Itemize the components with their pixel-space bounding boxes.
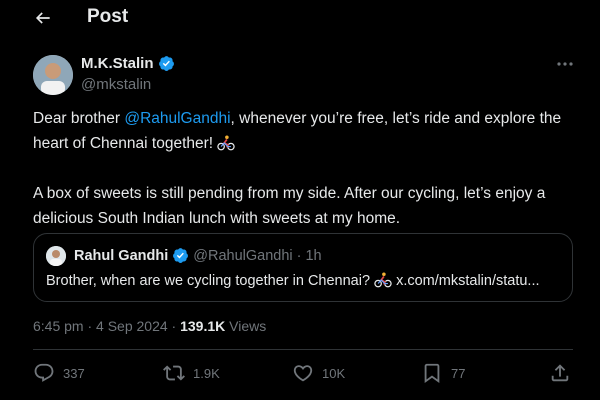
quote-text-main: Brother, when are we cycling together in… <box>46 273 375 289</box>
quoted-tweet[interactable]: Rahul Gandhi @RahulGandhi · 1h Brother, … <box>33 233 573 302</box>
back-arrow-icon[interactable] <box>33 8 53 28</box>
views-count: 139.1K <box>180 318 226 334</box>
tweet-text: Dear brother <box>33 110 125 127</box>
quote-avatar <box>46 246 66 266</box>
repost-button[interactable]: 1.9K <box>163 362 220 384</box>
verified-icon <box>158 56 174 71</box>
quote-time: · 1h <box>296 247 322 264</box>
author-name[interactable]: M.K.Stalin <box>81 55 154 72</box>
like-count: 10K <box>322 365 346 381</box>
views-label: Views <box>225 318 267 334</box>
more-icon[interactable] <box>556 60 574 68</box>
bookmark-count: 77 <box>451 365 466 381</box>
quote-link-text: x.com/mkstalin/statu... <box>392 273 540 289</box>
cyclist-emoji-icon <box>374 272 392 288</box>
page-title: Post <box>87 6 129 27</box>
bookmark-button[interactable]: 77 <box>421 362 465 384</box>
reply-icon <box>34 363 54 382</box>
tweet-body: Dear brother @RahulGandhi, whenever you’… <box>33 106 573 231</box>
quote-text: Brother, when are we cycling together in… <box>46 272 540 289</box>
tweet-meta: 6:45 pm · 4 Sep 2024 · 139.1K Views <box>33 318 266 334</box>
share-icon <box>551 364 569 382</box>
quote-header: Rahul Gandhi @RahulGandhi · 1h <box>74 247 322 264</box>
paragraph-spacer <box>33 156 573 181</box>
like-button[interactable]: 10K <box>292 362 345 384</box>
author-name-row: M.K.Stalin <box>81 55 175 72</box>
tweet-paragraph-2: A box of sweets is still pending from my… <box>33 185 546 227</box>
quote-author-name: Rahul Gandhi <box>74 247 169 264</box>
repost-icon <box>163 365 185 381</box>
divider <box>33 349 573 350</box>
cyclist-emoji-icon <box>217 135 236 151</box>
author-avatar[interactable] <box>33 55 73 95</box>
quote-author-handle: @RahulGandhi <box>193 247 293 264</box>
reply-count: 337 <box>63 365 85 381</box>
author-handle[interactable]: @mkstalin <box>81 76 151 93</box>
verified-icon <box>173 248 189 263</box>
timestamp[interactable]: 6:45 pm · 4 Sep 2024 · <box>33 318 180 334</box>
like-icon <box>293 365 313 382</box>
reply-button[interactable]: 337 <box>33 362 85 384</box>
header-bar: Post <box>0 0 600 36</box>
tweet-paragraph-1: Dear brother @RahulGandhi, whenever you’… <box>33 106 573 156</box>
mention-link[interactable]: @RahulGandhi <box>124 110 230 127</box>
bookmark-icon <box>424 363 440 384</box>
share-button[interactable] <box>549 362 571 384</box>
repost-count: 1.9K <box>193 365 220 381</box>
action-bar: 337 1.9K 10K 77 <box>33 362 573 390</box>
